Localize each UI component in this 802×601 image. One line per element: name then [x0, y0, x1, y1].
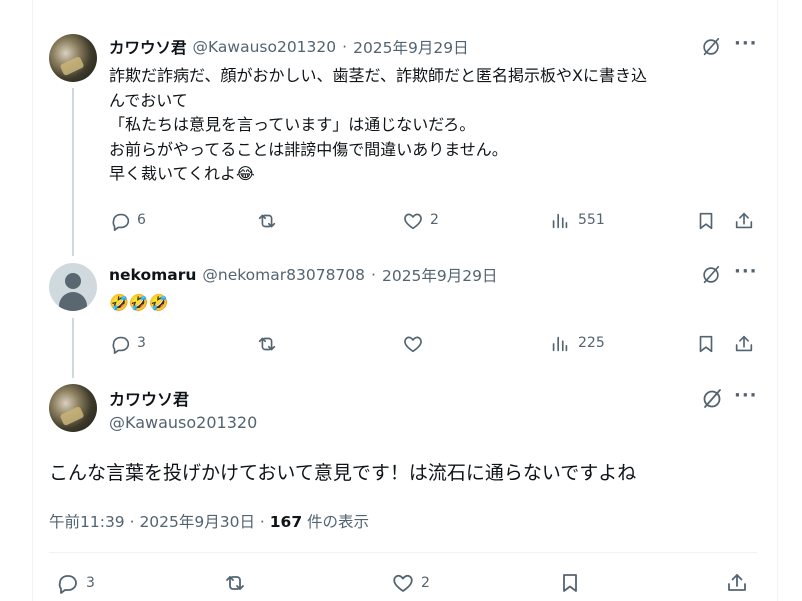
separator: · [342, 38, 348, 56]
like-count: 2 [421, 575, 430, 591]
avatar[interactable] [49, 34, 97, 82]
avatar[interactable] [49, 384, 97, 432]
reply-count: 3 [137, 335, 146, 351]
avatar[interactable] [49, 263, 97, 311]
grok-icon[interactable] [699, 263, 723, 287]
bookmark-icon[interactable] [694, 332, 718, 356]
divider [49, 552, 757, 553]
tweet-header: nekomaru @nekomar83078708 · 2025年9月29日 [109, 263, 498, 287]
reply-count: 6 [137, 212, 146, 228]
like-icon[interactable] [390, 570, 416, 596]
display-name[interactable]: カワウソ君 [109, 386, 189, 410]
tweet-header: カワウソ君 @Kawauso201320 · 2025年9月29日 [109, 35, 469, 59]
view-count: 551 [578, 212, 605, 228]
like-count: 2 [430, 212, 439, 228]
handle[interactable]: @Kawauso201320 [109, 413, 257, 432]
more-icon[interactable]: ··· [734, 33, 758, 54]
reply-icon[interactable] [55, 570, 81, 596]
display-name[interactable]: nekomaru [109, 266, 196, 284]
more-icon[interactable]: ··· [734, 385, 758, 406]
bookmark-icon[interactable] [557, 570, 583, 596]
handle[interactable]: @Kawauso201320 [193, 38, 337, 56]
avatar-body-shape [59, 292, 87, 311]
timestamp[interactable]: 午前11:39 · 2025年9月30日 · [49, 513, 270, 531]
retweet-icon[interactable] [222, 570, 248, 596]
avatar-head-shape [65, 273, 81, 289]
grok-icon[interactable] [699, 35, 723, 59]
views-icon[interactable] [548, 332, 572, 356]
share-icon[interactable] [732, 209, 756, 233]
tweet-text: こんな言葉を投げかけておいて意見です！は流石に通らないですよね [49, 462, 637, 484]
retweet-icon[interactable] [255, 332, 279, 356]
timeline-left-border [32, 0, 33, 601]
view-count[interactable]: 167 [270, 513, 302, 531]
retweet-icon[interactable] [255, 209, 279, 233]
views-icon[interactable] [548, 209, 572, 233]
tweet-text: 詐欺だ詐病だ、顔がおかしい、歯茎だ、詐欺師だと匿名掲示板やXに書き込 んでおいて… [109, 66, 648, 183]
reply-count: 3 [86, 575, 95, 591]
grok-icon[interactable] [699, 386, 725, 412]
timeline-right-border [777, 0, 778, 601]
like-icon[interactable] [401, 332, 425, 356]
thread-connector [72, 88, 74, 256]
bookmark-icon[interactable] [694, 209, 718, 233]
tweet-text: 🤣🤣🤣 [109, 293, 169, 312]
like-icon[interactable] [401, 209, 425, 233]
handle[interactable]: @nekomar83078708 [202, 266, 365, 284]
thread-connector [72, 318, 74, 378]
reply-icon[interactable] [109, 332, 133, 356]
share-icon[interactable] [724, 570, 750, 596]
share-icon[interactable] [732, 332, 756, 356]
more-icon[interactable]: ··· [734, 261, 758, 282]
reply-icon[interactable] [109, 209, 133, 233]
timestamp[interactable]: 2025年9月29日 [382, 264, 498, 286]
display-name[interactable]: カワウソ君 [109, 36, 187, 58]
view-count: 225 [578, 335, 605, 351]
views-label: 件の表示 [302, 513, 370, 531]
timestamp[interactable]: 2025年9月29日 [353, 36, 469, 58]
tweet-meta: 午前11:39 · 2025年9月30日 · 167 件の表示 [49, 510, 369, 532]
separator: · [371, 266, 376, 284]
